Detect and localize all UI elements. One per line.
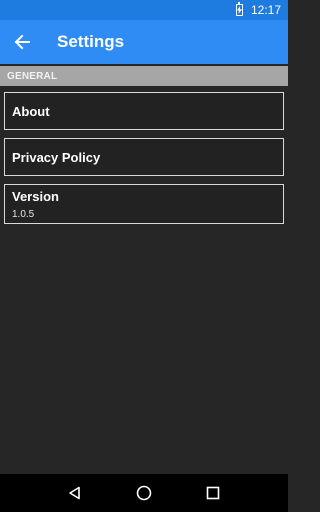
navigation-bar — [0, 474, 288, 512]
about-title: About — [12, 103, 50, 119]
nav-recents-button[interactable] — [193, 474, 233, 512]
privacy-policy-title: Privacy Policy — [12, 149, 101, 165]
about-preference[interactable]: About — [4, 92, 284, 130]
status-time: 12:17 — [250, 3, 281, 17]
nav-back-button[interactable] — [55, 474, 95, 512]
circle-home-icon — [136, 485, 152, 501]
privacy-policy-preference[interactable]: Privacy Policy — [4, 138, 284, 176]
arrow-left-icon — [14, 34, 30, 50]
back-button[interactable] — [0, 20, 44, 64]
triangle-back-icon — [68, 486, 80, 500]
app-bar: Settings — [0, 20, 288, 64]
page-title: Settings — [57, 32, 125, 51]
status-bar: 12:17 — [0, 0, 288, 20]
section-header-general: GENERAL — [0, 66, 288, 86]
square-recents-icon — [207, 486, 220, 500]
version-title: Version — [12, 189, 59, 204]
battery-charging-icon — [235, 2, 243, 16]
version-preference[interactable]: Version 1.0.5 — [4, 184, 284, 224]
nav-home-button[interactable] — [124, 474, 164, 512]
version-summary: 1.0.5 — [12, 209, 35, 220]
